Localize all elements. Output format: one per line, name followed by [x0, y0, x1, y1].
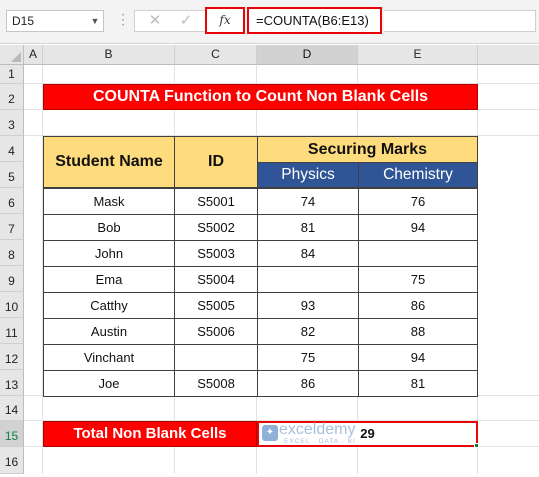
cell-student-name[interactable]: Vinchant [43, 344, 175, 371]
row-header-14[interactable]: 14 [0, 396, 24, 421]
more-dots-icon[interactable]: ⋮ [116, 10, 130, 32]
header-chemistry[interactable]: Chemistry [358, 162, 478, 188]
column-header-c[interactable]: C [175, 45, 257, 65]
cell-chemistry[interactable]: 94 [358, 344, 478, 371]
cell-id[interactable]: S5002 [174, 214, 258, 241]
formula-input-area[interactable] [384, 10, 536, 32]
row-header-1[interactable]: 1 [0, 65, 24, 84]
header-securing-marks[interactable]: Securing Marks [257, 136, 478, 163]
cell-chemistry[interactable]: 88 [358, 318, 478, 345]
cell-chemistry[interactable]: 75 [358, 266, 478, 293]
cell-physics[interactable]: 84 [257, 240, 359, 267]
cell-chemistry[interactable]: 94 [358, 214, 478, 241]
row-header-10[interactable]: 10 [0, 292, 24, 318]
cell-id[interactable]: S5008 [174, 370, 258, 397]
cell-physics[interactable]: 86 [257, 370, 359, 397]
cell-student-name[interactable]: Bob [43, 214, 175, 241]
cell-student-name[interactable]: John [43, 240, 175, 267]
cell-physics[interactable]: 75 [257, 344, 359, 371]
row-header-7[interactable]: 7 [0, 214, 24, 240]
cell-physics[interactable]: 74 [257, 188, 359, 215]
row-header-5[interactable]: 5 [0, 162, 24, 188]
row-header-9[interactable]: 9 [0, 266, 24, 292]
cell-chemistry[interactable] [358, 240, 478, 267]
row-header-3[interactable]: 3 [0, 110, 24, 136]
header-student-name[interactable]: Student Name [43, 136, 175, 188]
total-label[interactable]: Total Non Blank Cells [43, 421, 257, 447]
row-header-15[interactable]: 15 [0, 421, 24, 447]
cell-student-name[interactable]: Joe [43, 370, 175, 397]
column-header-e[interactable]: E [358, 45, 478, 65]
cell-id[interactable]: S5006 [174, 318, 258, 345]
row-header-16[interactable]: 16 [0, 447, 24, 474]
row-header-4[interactable]: 4 [0, 136, 24, 162]
total-value[interactable]: 29 [259, 423, 476, 445]
column-header-b[interactable]: B [43, 45, 175, 65]
cell-id[interactable]: S5003 [174, 240, 258, 267]
row-header-12[interactable]: 12 [0, 344, 24, 370]
insert-function-button[interactable]: fx [205, 7, 245, 34]
fill-handle[interactable] [474, 443, 479, 448]
cell-physics[interactable] [257, 266, 359, 293]
column-header-d[interactable]: D [257, 45, 358, 65]
header-id[interactable]: ID [174, 136, 258, 188]
cell-physics[interactable]: 93 [257, 292, 359, 319]
cell-chemistry[interactable]: 76 [358, 188, 478, 215]
cell-student-name[interactable]: Austin [43, 318, 175, 345]
cell-physics[interactable]: 81 [257, 214, 359, 241]
column-header-a[interactable]: A [24, 45, 43, 65]
enter-icon[interactable]: ✓ [175, 10, 197, 32]
chevron-down-icon[interactable]: ▼ [88, 10, 102, 32]
formula-text[interactable]: =COUNTA(B6:E13) [256, 7, 386, 34]
cell-student-name[interactable]: Ema [43, 266, 175, 293]
cell-student-name[interactable]: Catthy [43, 292, 175, 319]
row-header-11[interactable]: 11 [0, 318, 24, 344]
header-physics[interactable]: Physics [257, 162, 359, 188]
select-all-triangle-icon [11, 52, 21, 62]
column-header-f[interactable] [478, 45, 539, 65]
row-header-8[interactable]: 8 [0, 240, 24, 266]
cell-id[interactable]: S5004 [174, 266, 258, 293]
row-header-13[interactable]: 13 [0, 370, 24, 396]
row-header-2[interactable]: 2 [0, 84, 24, 110]
sheet-title[interactable]: COUNTA Function to Count Non Blank Cells [43, 84, 478, 110]
cell-chemistry[interactable]: 86 [358, 292, 478, 319]
cell-chemistry[interactable]: 81 [358, 370, 478, 397]
cell-physics[interactable]: 82 [257, 318, 359, 345]
cell-id[interactable]: S5001 [174, 188, 258, 215]
cell-student-name[interactable]: Mask [43, 188, 175, 215]
cancel-icon[interactable]: ✕ [144, 10, 166, 32]
row-header-6[interactable]: 6 [0, 188, 24, 214]
cell-id[interactable] [174, 344, 258, 371]
cell-id[interactable]: S5005 [174, 292, 258, 319]
